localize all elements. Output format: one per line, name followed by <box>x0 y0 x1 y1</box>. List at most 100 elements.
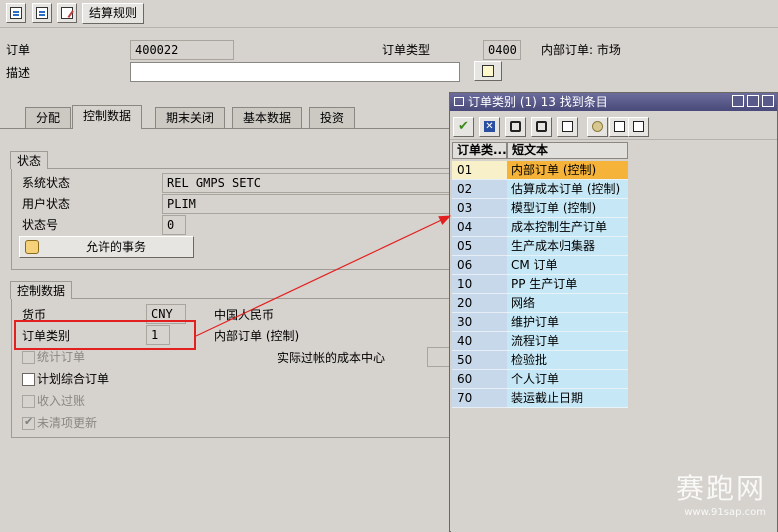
list-item-code: 20 <box>452 294 507 313</box>
plan-integrated-label: 计划综合订单 <box>37 372 110 386</box>
cancel-button[interactable]: ✕ <box>479 117 500 137</box>
new-document-icon <box>36 7 48 19</box>
list-item[interactable]: 04 成本控制生产订单 <box>452 218 628 237</box>
watermark-url: www.91sap.com <box>684 507 766 518</box>
tab-period-end-closing[interactable]: 期末关闭 <box>155 107 226 128</box>
list-item[interactable]: 05 生产成本归集器 <box>452 237 628 256</box>
list-item-code: 10 <box>452 275 507 294</box>
popup-title-bar: 订单类别 (1) 13 找到条目 <box>450 93 777 111</box>
status-number-field[interactable]: 0 <box>162 215 186 235</box>
list-item-text: 个人订单 <box>507 370 628 389</box>
list-item-code: 40 <box>452 332 507 351</box>
list-item-text: CM 订单 <box>507 256 628 275</box>
tab-general-data[interactable]: 基本数据 <box>232 107 303 128</box>
description-input[interactable] <box>130 62 460 82</box>
control-data-group-title: 控制数据 <box>10 281 73 299</box>
statistical-order-label: 统计订单 <box>37 350 86 364</box>
description-label: 描述 <box>6 66 31 80</box>
currency-text: 中国人民币 <box>214 308 275 322</box>
tab-assignment[interactable]: 分配 <box>25 107 72 128</box>
order-label: 订单 <box>6 43 31 57</box>
column-header-order-category[interactable]: 订单类... <box>452 142 507 159</box>
window-icon <box>454 97 464 106</box>
print-button[interactable] <box>609 117 630 137</box>
close-icon[interactable] <box>762 95 774 107</box>
edit-button[interactable] <box>57 3 77 23</box>
list-item[interactable]: 70 装运截止日期 <box>452 389 628 408</box>
maximize-icon[interactable] <box>747 95 759 107</box>
document-icon <box>10 7 22 19</box>
watermark: 赛跑网 www.91sap.com <box>676 467 766 518</box>
user-status-label: 用户状态 <box>22 197 71 211</box>
list-item[interactable]: 30 维护订单 <box>452 313 628 332</box>
minimize-icon[interactable] <box>732 95 744 107</box>
order-type-text: 内部订单: 市场 <box>541 43 621 57</box>
list-item[interactable]: 02 估算成本订单 (控制) <box>452 180 628 199</box>
commitment-update-label: 未清项更新 <box>37 416 98 430</box>
list-item-text: 生产成本归集器 <box>507 237 628 256</box>
edit-icon <box>61 7 73 19</box>
list-item-text: 装运截止日期 <box>507 389 628 408</box>
list-item[interactable]: 06 CM 订单 <box>452 256 628 275</box>
commitment-update-checkbox[interactable] <box>22 415 35 430</box>
list-item[interactable]: 03 模型订单 (控制) <box>452 199 628 218</box>
list-item-text: 检验批 <box>507 351 628 370</box>
list-item-text: 维护订单 <box>507 313 628 332</box>
system-status-field: REL GMPS SETC <box>162 173 452 193</box>
order-type-field[interactable]: 0400 <box>483 40 521 60</box>
list-item-text: 内部订单 (控制) <box>507 161 628 180</box>
status-group-title: 状态 <box>10 151 49 169</box>
list-item-code: 01 <box>452 161 507 180</box>
list-item-code: 70 <box>452 389 507 408</box>
create-button[interactable] <box>32 3 52 23</box>
print-icon <box>614 121 625 132</box>
list-item-text: 流程订单 <box>507 332 628 351</box>
list-item[interactable]: 20 网络 <box>452 294 628 313</box>
list-item[interactable]: 40 流程订单 <box>452 332 628 351</box>
document-list-icon <box>633 121 644 132</box>
list-item[interactable]: 60 个人订单 <box>452 370 628 389</box>
person-icon <box>25 240 39 254</box>
confirm-button[interactable]: ✔ <box>453 117 474 137</box>
allowed-transactions-button[interactable]: 允许的事务 <box>19 236 194 258</box>
list-item[interactable]: 01 内部订单 (控制) <box>452 161 628 180</box>
column-header-short-text[interactable]: 短文本 <box>507 142 628 159</box>
tab-control-data[interactable]: 控制数据 <box>72 105 143 129</box>
list-item-code: 02 <box>452 180 507 199</box>
list-item-code: 06 <box>452 256 507 275</box>
sort-button[interactable] <box>557 117 578 137</box>
tab-investment[interactable]: 投资 <box>309 107 356 128</box>
long-text-button[interactable] <box>474 61 502 81</box>
system-status-label: 系统状态 <box>22 176 71 190</box>
list-item[interactable]: 50 检验批 <box>452 351 628 370</box>
pencil-icon <box>482 65 494 77</box>
check-icon: ✔ <box>458 119 469 134</box>
list-item[interactable]: 10 PP 生产订单 <box>452 275 628 294</box>
find-button[interactable] <box>505 117 526 137</box>
popup-toolbar: ✔ ✕ <box>450 112 777 140</box>
list-item-code: 30 <box>452 313 507 332</box>
list-item-text: 成本控制生产订单 <box>507 218 628 237</box>
plan-integrated-checkbox[interactable] <box>22 373 35 386</box>
order-field[interactable]: 400022 <box>130 40 234 60</box>
status-number-label: 状态号 <box>22 218 59 232</box>
list-item-text: 估算成本订单 (控制) <box>507 180 628 199</box>
list-item-text: 网络 <box>507 294 628 313</box>
highlight-box <box>14 320 196 350</box>
help-button[interactable] <box>587 117 608 137</box>
order-type-label: 订单类型 <box>382 43 431 57</box>
settlement-rule-button[interactable]: 结算规则 <box>82 3 145 24</box>
allowed-transactions-label: 允许的事务 <box>86 240 147 254</box>
order-category-text: 内部订单 (控制) <box>214 329 300 343</box>
list-item-code: 60 <box>452 370 507 389</box>
display-change-button[interactable] <box>6 3 26 23</box>
application-toolbar: 结算规则 <box>0 0 778 28</box>
binoculars-icon <box>510 121 521 132</box>
popup-title: 订单类别 (1) 13 找到条目 <box>468 95 608 109</box>
revenue-posting-checkbox[interactable] <box>22 395 35 408</box>
list-item-text: PP 生产订单 <box>507 275 628 294</box>
statistical-order-checkbox[interactable] <box>22 351 35 364</box>
info-button[interactable] <box>628 117 649 137</box>
sort-icon <box>562 121 573 132</box>
find-next-button[interactable] <box>531 117 552 137</box>
